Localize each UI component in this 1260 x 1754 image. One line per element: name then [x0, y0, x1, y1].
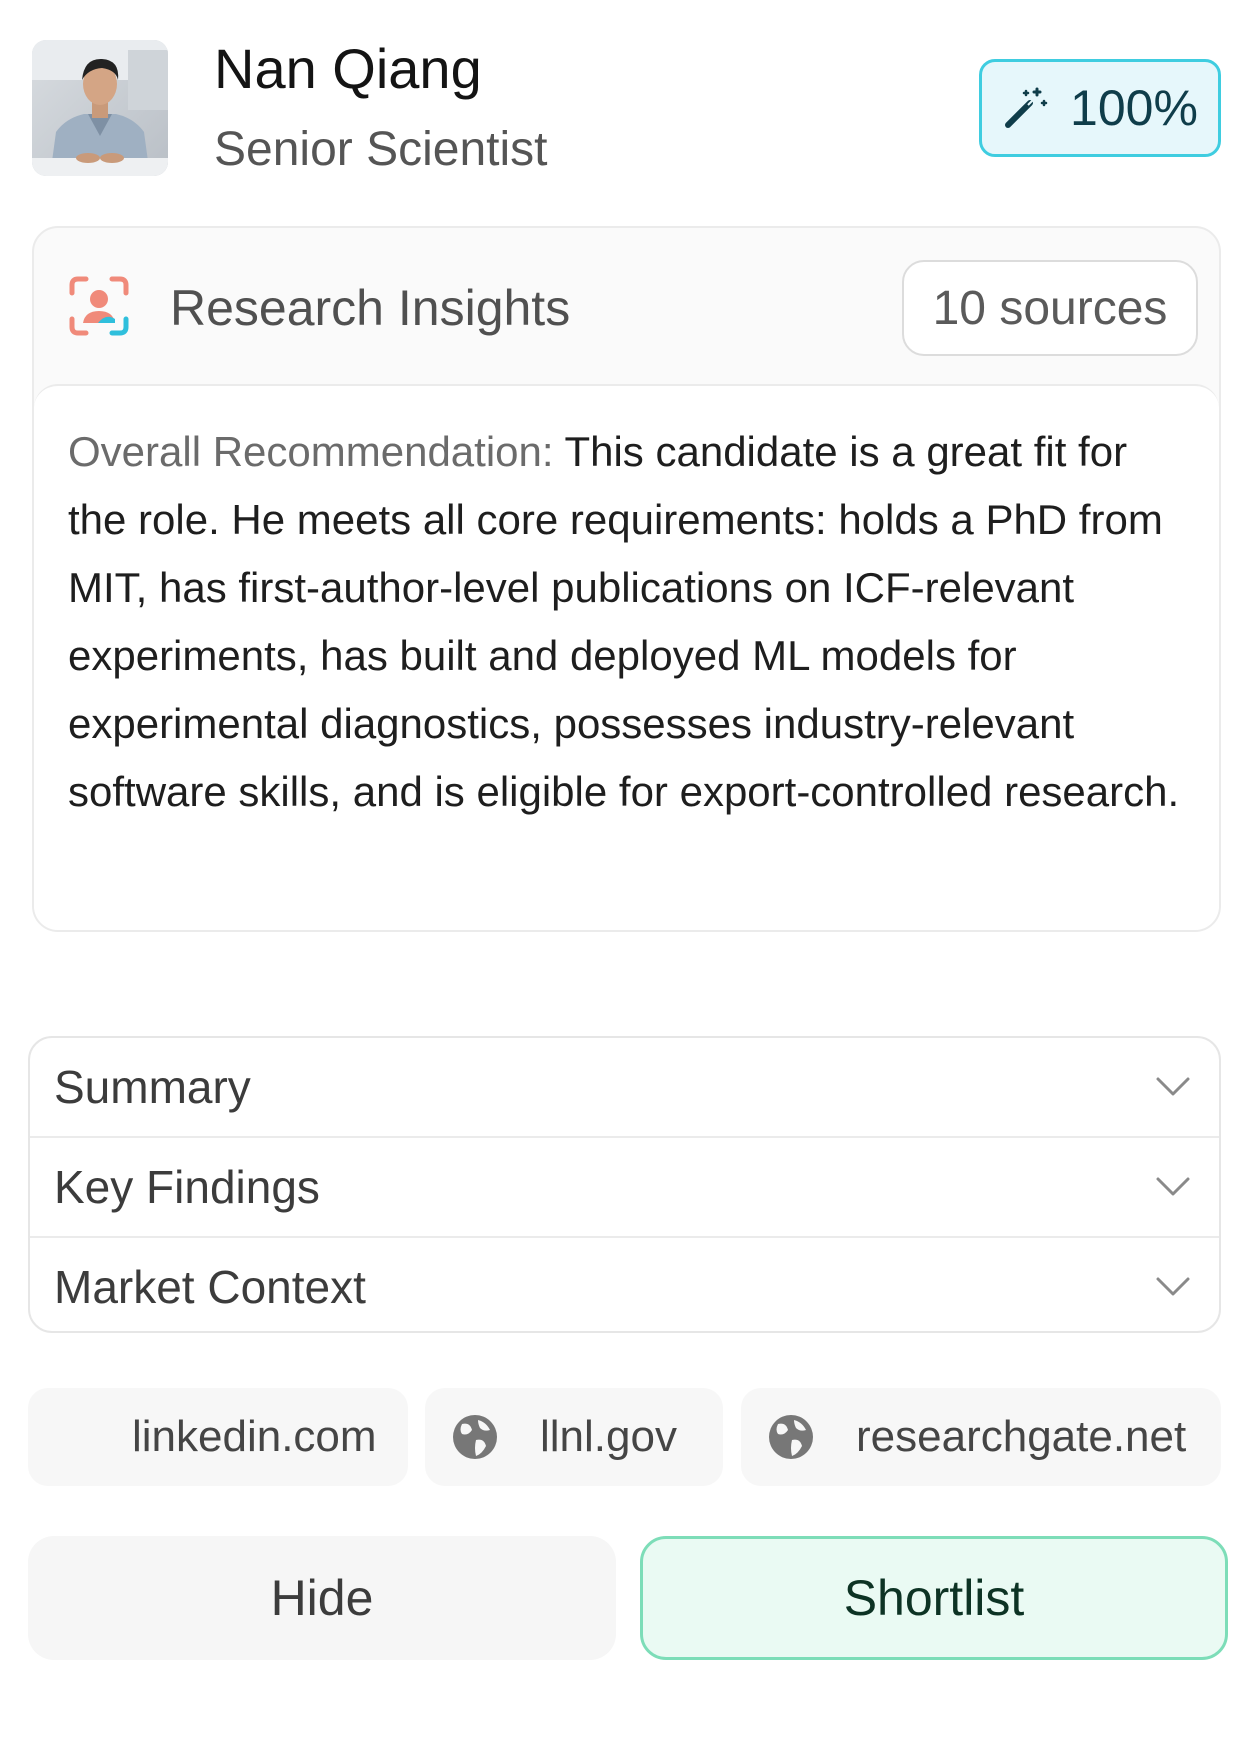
chevron-down-icon — [1155, 1076, 1191, 1098]
accordion-market-context[interactable]: Market Context — [30, 1238, 1219, 1331]
magic-wand-icon — [1002, 85, 1048, 131]
chevron-down-icon — [1155, 1176, 1191, 1198]
source-link-researchgate[interactable]: researchgate.net — [741, 1388, 1221, 1486]
sources-count-button[interactable]: 10 sources — [902, 260, 1198, 356]
recommendation-label: Overall Recommendation: — [68, 428, 554, 475]
source-link-label: linkedin.com — [132, 1412, 377, 1461]
avatar — [32, 40, 168, 176]
details-accordion: Summary Key Findings Market Context — [28, 1036, 1221, 1333]
accordion-key-findings[interactable]: Key Findings — [30, 1138, 1219, 1238]
avatar-photo — [32, 40, 168, 176]
research-insights-header: Research Insights 10 sources — [34, 228, 1219, 384]
accordion-key-findings-label: Key Findings — [54, 1161, 320, 1213]
source-link-label: llnl.gov — [540, 1412, 677, 1461]
candidate-role: Senior Scientist — [214, 123, 548, 176]
globe-icon — [766, 1412, 816, 1462]
research-insights-title: Research Insights — [170, 280, 571, 336]
match-score-badge[interactable]: 100% — [979, 59, 1221, 157]
scan-person-icon — [68, 275, 130, 337]
source-link-linkedin[interactable]: linkedin.com — [28, 1388, 408, 1486]
accordion-market-context-label: Market Context — [54, 1261, 366, 1313]
accordion-summary[interactable]: Summary — [30, 1038, 1219, 1138]
candidate-name: Nan Qiang — [214, 37, 482, 100]
recommendation-body: This candidate is a great fit for the ro… — [68, 428, 1180, 815]
source-link-llnl[interactable]: llnl.gov — [425, 1388, 723, 1486]
research-insights-card: Research Insights 10 sources Overall Rec… — [32, 226, 1221, 932]
shortlist-button[interactable]: Shortlist — [640, 1536, 1228, 1660]
match-score-value: 100% — [1070, 80, 1198, 136]
globe-icon — [450, 1412, 500, 1462]
source-link-label: researchgate.net — [856, 1412, 1187, 1461]
hide-button[interactable]: Hide — [28, 1536, 616, 1660]
chevron-down-icon — [1155, 1276, 1191, 1298]
recommendation-text: Overall Recommendation: This candidate i… — [34, 384, 1219, 930]
accordion-summary-label: Summary — [54, 1061, 251, 1113]
